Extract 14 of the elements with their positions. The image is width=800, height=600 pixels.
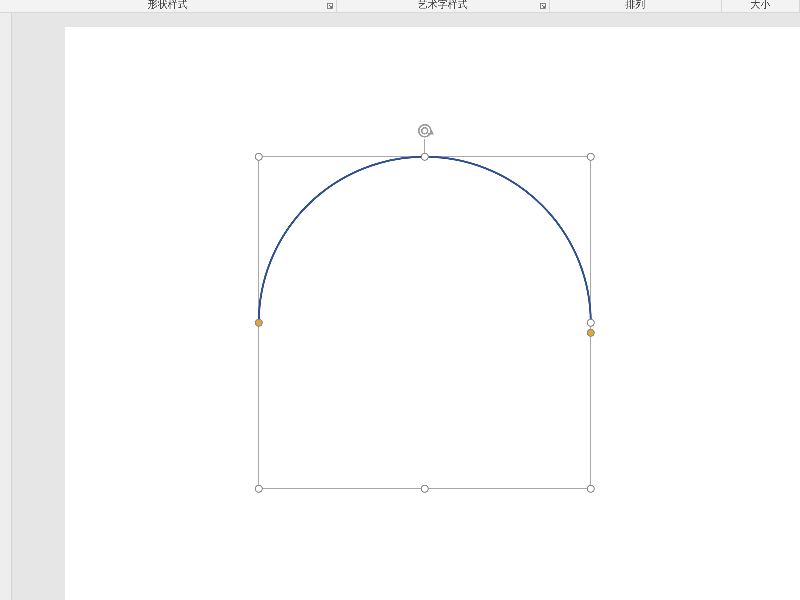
dialog-launcher-icon[interactable] xyxy=(540,3,546,9)
ribbon-group-label: 形状样式 xyxy=(148,0,188,12)
resize-handle[interactable] xyxy=(587,153,595,161)
adjustment-handle[interactable] xyxy=(587,329,595,337)
ribbon-group-label: 排列 xyxy=(626,0,646,12)
resize-handle[interactable] xyxy=(421,485,429,493)
ribbon-group-label: 大小 xyxy=(750,0,770,12)
resize-handle[interactable] xyxy=(587,319,595,327)
resize-handle[interactable] xyxy=(587,485,595,493)
adjustment-handle[interactable] xyxy=(255,319,263,327)
resize-handle[interactable] xyxy=(421,153,429,161)
dialog-launcher-icon[interactable] xyxy=(327,3,333,9)
resize-handle[interactable] xyxy=(255,485,263,493)
resize-handle[interactable] xyxy=(255,153,263,161)
